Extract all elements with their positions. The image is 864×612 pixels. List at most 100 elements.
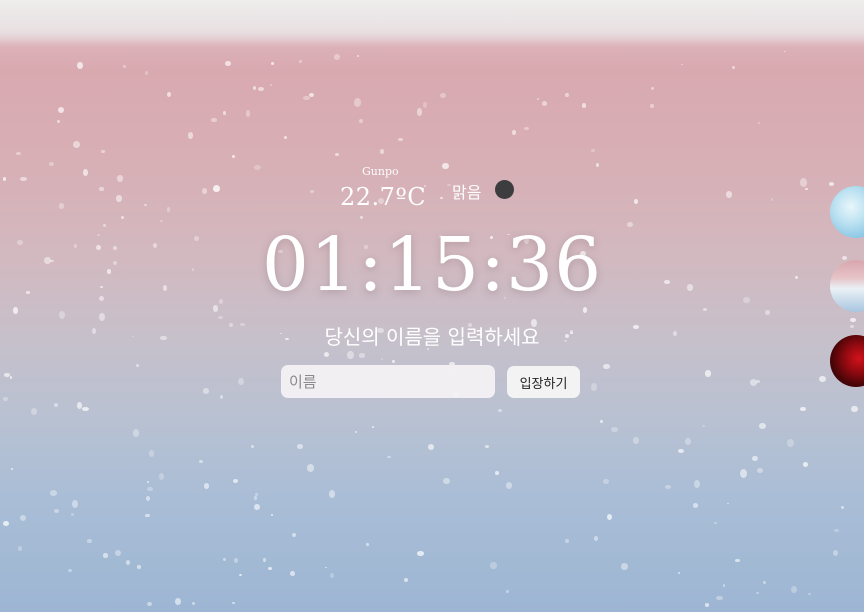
sparkle bbox=[231, 155, 235, 158]
sparkle bbox=[498, 409, 503, 413]
sparkle bbox=[290, 570, 295, 577]
sparkle bbox=[714, 522, 717, 525]
sparkle bbox=[76, 401, 83, 409]
sparkle bbox=[851, 405, 858, 413]
sparkle bbox=[800, 406, 806, 412]
sparkle bbox=[254, 165, 261, 170]
sparkle bbox=[665, 485, 671, 490]
sparkle bbox=[392, 359, 395, 363]
sparkle bbox=[222, 557, 227, 561]
sparkle bbox=[359, 119, 364, 124]
sparkle bbox=[427, 443, 435, 450]
sparkle bbox=[680, 63, 684, 66]
sparkle bbox=[98, 312, 105, 322]
clock: 01:15:36 bbox=[261, 222, 603, 308]
sparkle bbox=[192, 601, 196, 606]
sparkle bbox=[267, 566, 272, 570]
sparkle bbox=[54, 403, 58, 407]
sparkle bbox=[542, 101, 548, 106]
sparkle bbox=[239, 573, 242, 577]
sparkle bbox=[199, 460, 203, 464]
sparkle bbox=[702, 307, 707, 312]
sparkle bbox=[591, 149, 595, 152]
sparkle bbox=[13, 307, 18, 314]
sparkle bbox=[750, 378, 758, 386]
sparkle bbox=[651, 87, 654, 90]
sparkle bbox=[770, 198, 774, 202]
sparkle bbox=[145, 70, 149, 75]
sparkle bbox=[284, 136, 288, 140]
weather-widget: Gunpo 22.7ºC 맑음 bbox=[330, 163, 530, 213]
sparkle bbox=[621, 562, 628, 571]
sparkle bbox=[380, 148, 384, 154]
sparkle bbox=[82, 406, 90, 411]
sparkle bbox=[805, 188, 808, 190]
sparkle bbox=[397, 137, 403, 141]
sparkle bbox=[756, 592, 759, 595]
enter-button[interactable]: 입장하기 bbox=[507, 366, 580, 398]
sparkle bbox=[484, 445, 490, 449]
sparkle bbox=[328, 490, 336, 499]
sparkle bbox=[381, 357, 384, 360]
sparkle bbox=[731, 66, 735, 70]
sparkle bbox=[786, 439, 794, 448]
sparkle bbox=[807, 593, 811, 595]
sparkle bbox=[254, 503, 261, 510]
sparkle bbox=[505, 590, 509, 594]
sparkle bbox=[416, 108, 423, 116]
sparkle bbox=[166, 206, 171, 212]
sparkle bbox=[120, 216, 125, 219]
sparkle bbox=[4, 373, 10, 377]
sparkle bbox=[77, 61, 84, 70]
sparkle bbox=[354, 431, 357, 433]
sparkle bbox=[818, 375, 826, 383]
sparkle bbox=[49, 162, 55, 167]
sparkle bbox=[602, 363, 610, 370]
sparkle bbox=[387, 455, 391, 458]
sparkle bbox=[57, 107, 65, 114]
sparkle bbox=[725, 191, 733, 198]
sparkle bbox=[735, 559, 740, 562]
sparkle bbox=[125, 559, 131, 565]
sparkle bbox=[258, 87, 265, 92]
sparkle bbox=[739, 468, 747, 478]
sparkle bbox=[210, 118, 217, 122]
sparkle bbox=[757, 468, 763, 473]
sparkle bbox=[262, 558, 266, 563]
sparkle bbox=[440, 92, 446, 99]
sparkle bbox=[404, 578, 409, 583]
sparkle bbox=[15, 152, 21, 156]
sparkle bbox=[135, 363, 140, 368]
sparkle bbox=[201, 187, 208, 194]
sparkle bbox=[611, 427, 618, 432]
sparkle bbox=[358, 353, 366, 358]
sparkle bbox=[594, 535, 599, 541]
sparkle bbox=[58, 202, 65, 209]
sparkle bbox=[802, 462, 808, 468]
sparkle bbox=[299, 60, 303, 64]
sparkle bbox=[116, 175, 123, 182]
sparkle bbox=[166, 91, 172, 98]
sparkle bbox=[254, 496, 258, 500]
sparkle bbox=[18, 546, 23, 551]
sparkle bbox=[146, 486, 153, 492]
sparkle bbox=[716, 595, 724, 600]
sparkle bbox=[443, 477, 450, 485]
sparkle bbox=[2, 177, 7, 181]
sparkle bbox=[600, 419, 603, 423]
sparkle bbox=[505, 482, 513, 489]
sparkle bbox=[49, 490, 57, 496]
weather-temperature: 22.7ºC bbox=[340, 183, 427, 211]
sparkle bbox=[602, 478, 609, 485]
name-input[interactable] bbox=[281, 365, 495, 398]
sparkle bbox=[677, 571, 681, 574]
sparkle bbox=[705, 370, 712, 377]
sparkle bbox=[83, 168, 89, 176]
sparkle bbox=[292, 532, 297, 537]
sparkle bbox=[722, 584, 726, 587]
weather-icon bbox=[495, 180, 514, 199]
sparkle bbox=[122, 64, 126, 69]
sparkle bbox=[158, 472, 165, 480]
sparkle bbox=[245, 110, 251, 117]
sparkle bbox=[512, 130, 516, 136]
